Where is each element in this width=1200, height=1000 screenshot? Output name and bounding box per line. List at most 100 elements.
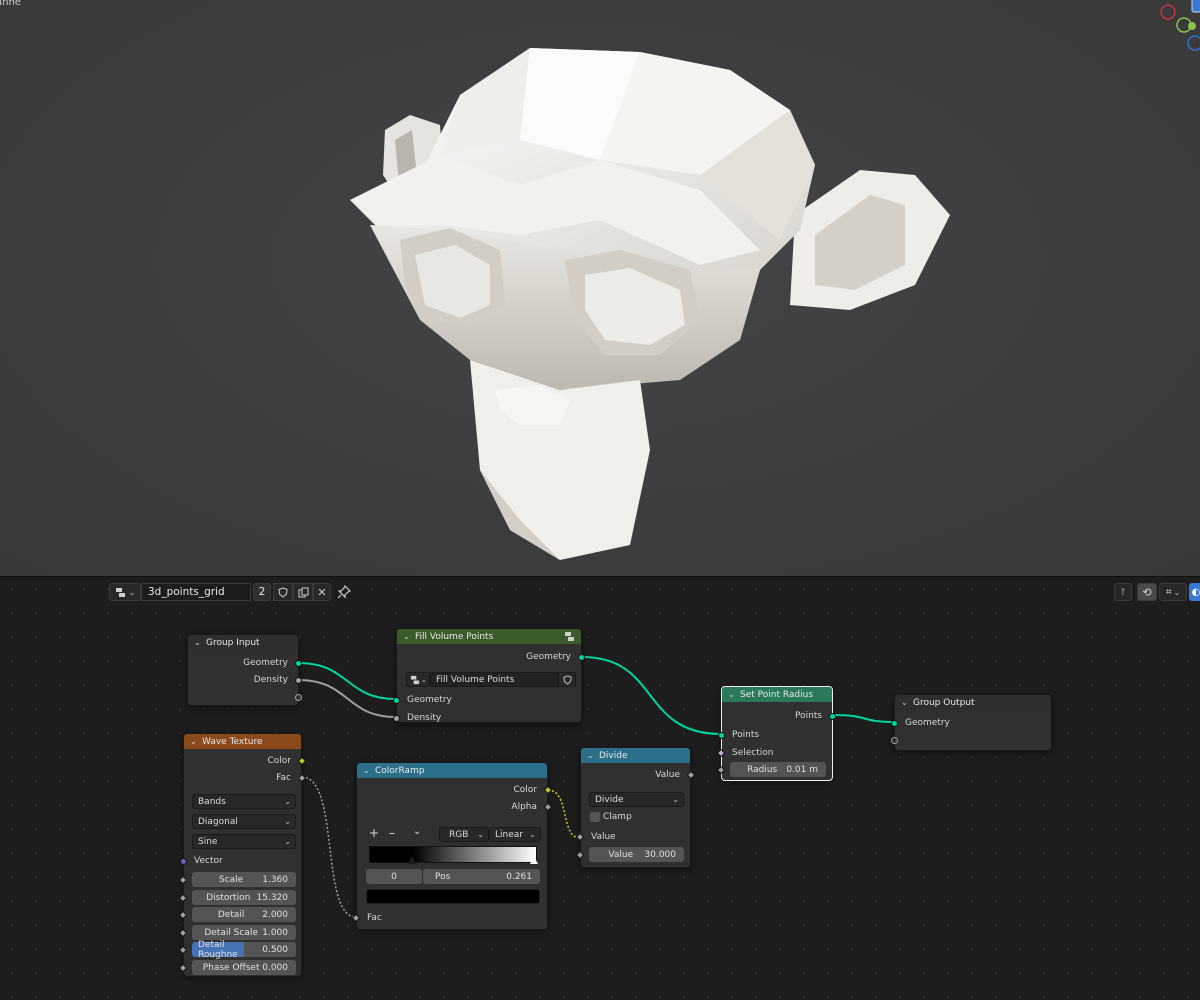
- duplicate-button[interactable]: [293, 583, 313, 601]
- output-socket-fac[interactable]: [297, 773, 307, 783]
- node-header[interactable]: ⌄ Group Input: [188, 635, 298, 650]
- chevron-down-icon[interactable]: ⌄: [901, 698, 910, 707]
- navigation-gizmo[interactable]: [1154, 0, 1200, 60]
- input-socket-phase-offset[interactable]: [178, 963, 188, 973]
- set-point-radius-node[interactable]: ⌄ Set Point Radius Points Points Selecti…: [716, 686, 836, 781]
- node-header[interactable]: ⌄ Divide: [581, 748, 690, 763]
- input-socket-selection[interactable]: [716, 748, 726, 758]
- chevron-down-icon[interactable]: ⌄: [363, 766, 372, 775]
- output-socket-points[interactable]: [829, 713, 836, 720]
- snap-toggle-button[interactable]: ⟲: [1137, 583, 1157, 601]
- chevron-down-icon[interactable]: ⌄: [728, 690, 737, 699]
- pin-icon[interactable]: [336, 584, 352, 600]
- input-socket-fac[interactable]: [351, 913, 361, 923]
- node-header[interactable]: ⌄ Wave Texture: [184, 734, 301, 749]
- output-socket-color[interactable]: [543, 785, 553, 795]
- input-socket-detail-roughness[interactable]: [178, 945, 188, 955]
- node-header[interactable]: ⌄ Group Output: [895, 695, 1051, 710]
- overlay-icon: ◐: [1191, 586, 1200, 598]
- add-stop-button[interactable]: +: [369, 826, 379, 840]
- clamp-checkbox[interactable]: [590, 812, 600, 822]
- value-field[interactable]: Value 30.000: [589, 847, 684, 862]
- interpolation-dropdown[interactable]: Linear ⌄: [489, 827, 541, 842]
- stop-color-swatch[interactable]: [366, 889, 540, 904]
- chevron-down-icon[interactable]: ⌄: [587, 751, 596, 760]
- chevron-down-icon[interactable]: ⌄: [403, 632, 412, 641]
- chevron-down-icon: ⌄: [284, 837, 291, 846]
- operation-dropdown[interactable]: Divide ⌄: [589, 792, 684, 807]
- output-socket-color[interactable]: [297, 756, 307, 766]
- suzanne-mesh[interactable]: [0, 0, 1200, 576]
- node-header[interactable]: ⌄ ColorRamp: [357, 763, 547, 778]
- output-socket-value[interactable]: [686, 770, 696, 780]
- node-tree-name-field[interactable]: 3d_points_grid: [141, 583, 251, 601]
- user-count-badge[interactable]: 2: [253, 583, 271, 601]
- input-socket-vector[interactable]: [180, 858, 187, 865]
- parent-node-tree-button[interactable]: ⭡: [1114, 583, 1132, 601]
- node-header[interactable]: ⌄ Set Point Radius: [722, 687, 832, 702]
- group-output-node[interactable]: ⌄ Group Output Geometry: [891, 694, 1052, 751]
- input-socket-detail-scale[interactable]: [178, 928, 188, 938]
- field-label: Pos: [435, 871, 451, 882]
- direction-dropdown[interactable]: Diagonal ⌄: [192, 814, 296, 829]
- input-socket-detail[interactable]: [178, 910, 188, 920]
- dropdown-value: Diagonal: [198, 816, 238, 827]
- output-socket-geometry[interactable]: [295, 660, 302, 667]
- input-socket-distortion[interactable]: [178, 893, 188, 903]
- color-mode-dropdown[interactable]: RGB ⌄: [439, 827, 489, 842]
- fake-user-button[interactable]: [273, 583, 293, 601]
- input-socket-scale[interactable]: [178, 875, 188, 885]
- chevron-down-icon[interactable]: ⌄: [194, 638, 203, 647]
- color-stop-handle[interactable]: [530, 856, 538, 864]
- node-tree-type-selector[interactable]: ⌄: [109, 583, 141, 601]
- chevron-down-icon: ⌄: [529, 830, 536, 839]
- input-socket-value-2[interactable]: [575, 850, 585, 860]
- active-stop-index-field[interactable]: 0: [366, 869, 422, 884]
- remove-stop-button[interactable]: –: [389, 826, 395, 840]
- node-title: Wave Texture: [202, 736, 263, 747]
- node-title: Set Point Radius: [740, 689, 814, 700]
- input-socket-value[interactable]: [575, 832, 585, 842]
- detail-scale-field[interactable]: Detail Scale 1.000: [192, 925, 296, 940]
- input-socket-points[interactable]: [718, 732, 725, 739]
- node-tree-icon: [115, 587, 125, 597]
- group-type-selector[interactable]: ⌄: [406, 672, 430, 687]
- input-socket-geometry[interactable]: [891, 720, 898, 727]
- group-input-node[interactable]: ⌄ Group Input Geometry Density: [187, 634, 302, 706]
- unlink-button[interactable]: ✕: [313, 583, 331, 601]
- dropdown-value: Bands: [198, 796, 226, 807]
- fake-user-button[interactable]: [558, 672, 576, 687]
- output-socket-alpha[interactable]: [543, 802, 553, 812]
- color-gradient-bar[interactable]: [369, 846, 537, 863]
- color-stop-handle[interactable]: [408, 856, 416, 864]
- phase-offset-field[interactable]: Phase Offset 0.000: [192, 960, 296, 975]
- 3d-viewport[interactable]: anne: [0, 0, 1200, 576]
- radius-field[interactable]: Radius 0.01 m: [730, 762, 826, 777]
- detail-field[interactable]: Detail 2.000: [192, 907, 296, 922]
- chevron-down-icon[interactable]: ⌄: [190, 737, 199, 746]
- distortion-field[interactable]: Distortion 15.320: [192, 890, 296, 905]
- fill-volume-points-node[interactable]: ⌄ Fill Volume Points Geometry ⌄ Fill Vol…: [393, 628, 585, 723]
- detail-roughness-field[interactable]: Detail Roughne 0.500: [192, 940, 296, 960]
- node-title: Group Output: [913, 697, 975, 708]
- overlay-toggle-button[interactable]: ◐: [1189, 583, 1200, 601]
- output-socket-density[interactable]: [295, 677, 302, 684]
- input-socket-empty[interactable]: [891, 737, 898, 744]
- node-header[interactable]: ⌄ Fill Volume Points: [397, 629, 581, 644]
- chevron-down-icon[interactable]: ⌄: [413, 826, 421, 837]
- colorramp-node[interactable]: ⌄ ColorRamp Color Alpha + – ⌄ RGB ⌄ Linea…: [351, 762, 553, 930]
- group-datablock-field[interactable]: Fill Volume Points: [430, 672, 558, 687]
- scale-field[interactable]: Scale 1.360: [192, 872, 296, 887]
- input-socket-radius[interactable]: [716, 765, 726, 775]
- input-socket-geometry[interactable]: [393, 697, 400, 704]
- input-socket-density[interactable]: [393, 715, 400, 722]
- stop-position-field[interactable]: Pos 0.261: [423, 869, 540, 884]
- snap-mode-dropdown[interactable]: ⌗ ⌄: [1159, 583, 1187, 601]
- node-editor[interactable]: ⌄ 3d_points_grid 2 ✕ ⭡ ⟲ ⌗ ⌄ ◐ ⌄ Group I…: [0, 576, 1200, 1000]
- wave-type-dropdown[interactable]: Bands ⌄: [192, 794, 296, 809]
- divide-node[interactable]: ⌄ Divide Value Divide ⌄ Clamp Value Value…: [575, 747, 696, 868]
- output-socket-geometry[interactable]: [578, 654, 585, 661]
- output-socket-empty[interactable]: [295, 694, 302, 701]
- profile-dropdown[interactable]: Sine ⌄: [192, 834, 296, 849]
- wave-texture-node[interactable]: ⌄ Wave Texture Color Fac Bands ⌄ Diagonal…: [178, 733, 307, 977]
